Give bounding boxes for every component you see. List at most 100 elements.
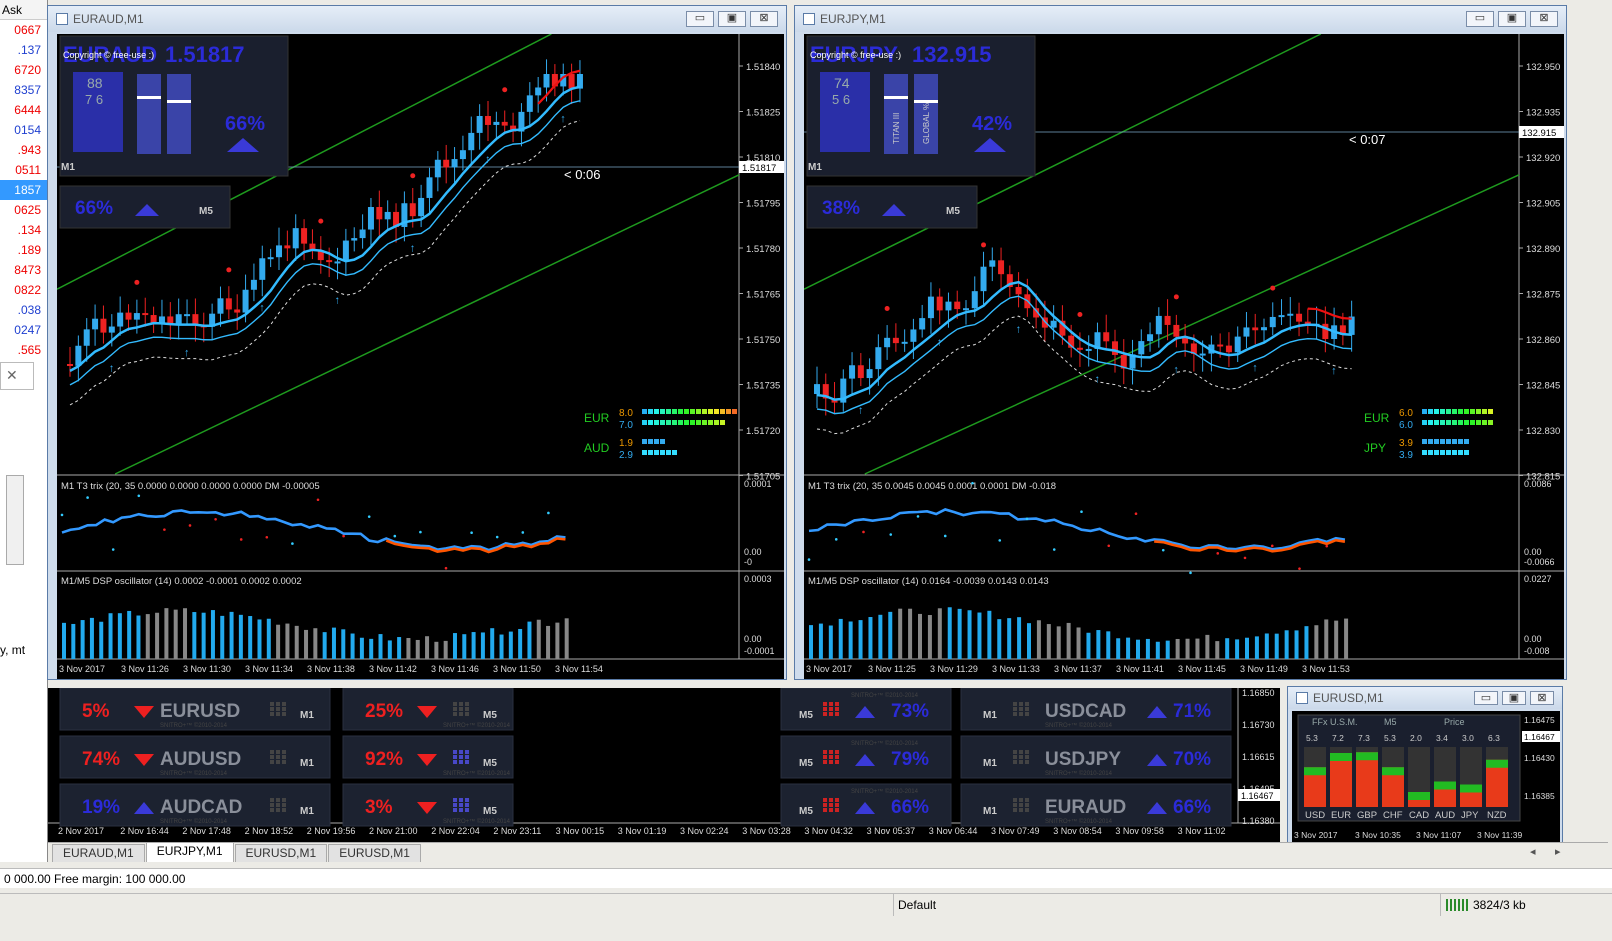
price-tick-label: 1.16380 bbox=[1242, 816, 1275, 826]
market-watch-row[interactable]: 0247 bbox=[0, 320, 47, 340]
time-tick-label: 3 Nov 11:37 bbox=[1054, 664, 1102, 674]
strength-bar bbox=[690, 420, 695, 425]
background-chart[interactable]: 1.168501.167301.166151.164951.163801.164… bbox=[48, 688, 1280, 856]
profile-label[interactable]: Default bbox=[898, 894, 936, 916]
market-watch-panel: Ask 0667.137 6720 8357 6444 0154.943 0511 1857… bbox=[0, 0, 48, 862]
chart-area[interactable]: FFx U.S.M. M5 Price 5.3 USD 7.2 EUR 7.3 GBP 5.3 CH… bbox=[1292, 711, 1560, 843]
market-watch-row[interactable]: 8357 bbox=[0, 80, 47, 100]
grid-icon bbox=[1025, 798, 1029, 802]
market-watch-row[interactable]: 0667 bbox=[0, 20, 47, 40]
market-watch-row[interactable]: 1857 bbox=[0, 180, 47, 200]
tab-chart[interactable]: EURJPY,M1 bbox=[145, 842, 234, 862]
close-icon[interactable]: ✕ bbox=[0, 362, 34, 390]
window-titlebar[interactable]: EURAUD,M1 ▭ ▣ ⊠ bbox=[48, 6, 786, 32]
window-titlebar[interactable]: EURUSD,M1 ▭ ▣ ⊠ bbox=[1288, 687, 1562, 709]
dsp-bar bbox=[555, 622, 560, 659]
chart-window-eurjpy[interactable]: EURJPY,M1 ▭ ▣ ⊠ 132.950 132.935 132.920 132… bbox=[794, 5, 1567, 680]
chart-window-euraud[interactable]: EURAUD,M1 ▭ ▣ ⊠ 1.51840 1.51825 1.51810 1.5… bbox=[47, 5, 787, 680]
dsp-axis-label: 0.0003 bbox=[744, 574, 772, 584]
tab-scroll-right-icon[interactable]: ▸ bbox=[1555, 845, 1561, 858]
dsp-bar bbox=[878, 614, 883, 659]
up-arrow-icon: ↑ bbox=[937, 337, 943, 349]
signal-timeframe: M5 bbox=[483, 710, 497, 721]
market-watch-row[interactable]: 6720 bbox=[0, 60, 47, 80]
dsp-bar bbox=[1294, 630, 1299, 659]
strength-bar bbox=[1434, 420, 1439, 425]
dsp-bar bbox=[1106, 631, 1111, 659]
meter-header-right: Price bbox=[1444, 717, 1465, 727]
signal-panel: M5 73% SNITRO+™ ©2010-2014 bbox=[780, 688, 952, 731]
maximize-button[interactable]: ▣ bbox=[1502, 691, 1526, 705]
tab-chart[interactable]: EURUSD,M1 bbox=[234, 844, 328, 862]
window-titlebar[interactable]: EURJPY,M1 ▭ ▣ ⊠ bbox=[795, 6, 1566, 32]
maximize-button[interactable]: ▣ bbox=[1498, 11, 1526, 27]
market-watch-row[interactable]: .565 bbox=[0, 340, 47, 360]
time-tick-label: 3 Nov 11:38 bbox=[307, 664, 355, 674]
market-watch-row[interactable]: 8473 bbox=[0, 260, 47, 280]
trix-dot bbox=[1052, 548, 1056, 551]
market-watch-row[interactable]: .943 bbox=[0, 140, 47, 160]
strength-bar bbox=[648, 420, 653, 425]
percent-main: 42% bbox=[972, 113, 1012, 135]
timeframe-m1: M1 bbox=[808, 162, 822, 173]
signal-pair: USDJPY bbox=[1045, 749, 1121, 770]
candle-body bbox=[485, 115, 491, 125]
dsp-bar bbox=[173, 609, 178, 659]
close-button[interactable]: ⊠ bbox=[1530, 11, 1558, 27]
candle-body bbox=[1252, 327, 1259, 331]
market-watch-row[interactable]: 0625 bbox=[0, 200, 47, 220]
up-arrow-icon: ↑ bbox=[1252, 362, 1258, 374]
candle-body bbox=[1278, 315, 1285, 318]
close-button[interactable]: ⊠ bbox=[1530, 691, 1554, 705]
market-watch-row[interactable]: .134 bbox=[0, 220, 47, 240]
chart-icon bbox=[803, 13, 815, 25]
panel-watermark: SNITRO+™ ©2010-2014 bbox=[160, 722, 228, 729]
price-tick-label: 132.875 bbox=[1526, 290, 1560, 301]
grid-icon bbox=[823, 798, 827, 802]
signal-panel: 92% M5SNITRO+™ ©2010-2014 bbox=[342, 735, 514, 779]
minimize-button[interactable]: ▭ bbox=[1474, 691, 1498, 705]
chart-window-eurusd[interactable]: EURUSD,M1 ▭ ▣ ⊠ FFx U.S.M. M5 Price 5.3 USD 7… bbox=[1287, 686, 1563, 844]
tab-chart[interactable]: EURUSD,M1 bbox=[328, 844, 421, 862]
close-button[interactable]: ⊠ bbox=[750, 11, 778, 27]
grid-icon bbox=[453, 803, 457, 807]
market-watch-row[interactable]: 0154 bbox=[0, 120, 47, 140]
minimize-button[interactable]: ▭ bbox=[1466, 11, 1494, 27]
market-watch-row[interactable]: .189 bbox=[0, 240, 47, 260]
strength-bar bbox=[1422, 409, 1427, 414]
strength-bar bbox=[1446, 450, 1451, 455]
market-watch-row[interactable]: 6444 bbox=[0, 100, 47, 120]
strength-bar bbox=[666, 450, 671, 455]
grid-icon bbox=[835, 798, 839, 802]
strength-bar bbox=[714, 420, 719, 425]
price-tick-label: 1.51720 bbox=[746, 426, 780, 437]
dsp-bar bbox=[1017, 617, 1022, 659]
market-watch-header[interactable]: Ask bbox=[0, 0, 47, 20]
dsp-bar bbox=[1116, 638, 1121, 659]
grid-icon bbox=[276, 808, 280, 812]
market-watch-row[interactable]: 0511 bbox=[0, 160, 47, 180]
chart-area[interactable]: 132.950 132.935 132.920 132.905 132.890 132.8… bbox=[803, 33, 1564, 679]
strength-bar bbox=[684, 409, 689, 414]
signal-panel: 3% M5SNITRO+™ ©2010-2014 bbox=[342, 783, 514, 827]
tab-chart[interactable]: EURAUD,M1 bbox=[52, 844, 145, 862]
grid-icon bbox=[1019, 755, 1023, 759]
price-tick-label: 1.16730 bbox=[1242, 720, 1275, 730]
market-watch-row[interactable]: .038 bbox=[0, 300, 47, 320]
minimize-button[interactable]: ▭ bbox=[686, 11, 714, 27]
maximize-button[interactable]: ▣ bbox=[718, 11, 746, 27]
meter-value: 5.3 bbox=[1306, 733, 1318, 743]
market-watch-row[interactable]: .137 bbox=[0, 40, 47, 60]
up-arrow-icon: ↑ bbox=[1173, 364, 1179, 376]
dsp-bar bbox=[108, 613, 113, 659]
chart-area[interactable]: 1.51840 1.51825 1.51810 1.51795 1.51780 1.517… bbox=[56, 33, 784, 679]
signal-timeframe: M1 bbox=[300, 710, 314, 721]
strength-bar bbox=[1482, 409, 1487, 414]
candle-body bbox=[1260, 327, 1267, 331]
tab-scroll-left-icon[interactable]: ◂ bbox=[1530, 845, 1536, 858]
dsp-label: M1/M5 DSP oscillator (14) 0.0164 -0.0039… bbox=[808, 576, 1049, 587]
scrollbar[interactable] bbox=[6, 475, 24, 565]
candle-body bbox=[92, 318, 99, 330]
dsp-bar bbox=[452, 633, 457, 659]
market-watch-row[interactable]: 0822 bbox=[0, 280, 47, 300]
